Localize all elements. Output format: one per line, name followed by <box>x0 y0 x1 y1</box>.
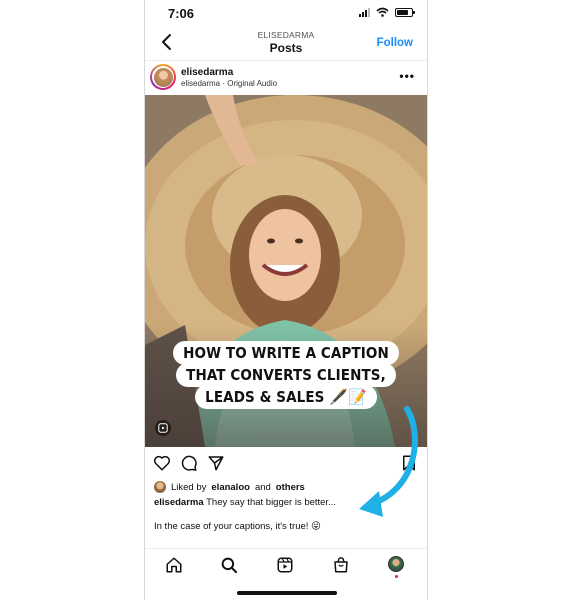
status-bar: 7:06 <box>145 0 427 26</box>
search-icon[interactable] <box>220 556 238 574</box>
video-caption-overlay: HOW TO WRITE A CAPTION THAT CONVERTS CLI… <box>145 341 427 409</box>
caption-continued: In the case of your captions, it's true!… <box>154 521 321 532</box>
status-time: 7:06 <box>168 6 195 21</box>
post-actions <box>145 448 427 478</box>
notification-dot <box>395 575 398 578</box>
status-icons <box>359 7 415 17</box>
post-media[interactable]: HOW TO WRITE A CAPTION THAT CONVERTS CLI… <box>145 95 427 447</box>
overlay-line-3: LEADS & SALES 🖋️📝 <box>195 385 377 409</box>
post-audio[interactable]: elisedarma · Original Audio <box>181 79 277 88</box>
avatar[interactable] <box>150 64 176 90</box>
share-icon[interactable] <box>207 454 225 472</box>
follow-button[interactable]: Follow <box>377 37 413 49</box>
liker-avatar[interactable] <box>154 481 166 493</box>
liked-by-and: and <box>254 481 271 493</box>
save-icon[interactable] <box>400 454 418 472</box>
caption-username[interactable]: elisedarma <box>154 497 204 508</box>
liked-by-others[interactable]: others <box>276 482 305 493</box>
liked-by: Liked by elanaloo and others <box>154 481 305 493</box>
like-heart-icon[interactable] <box>153 454 171 472</box>
overlay-line-1: HOW TO WRITE A CAPTION <box>173 341 399 365</box>
post-header: elisedarma elisedarma · Original Audio •… <box>145 61 427 95</box>
overlay-line-2: THAT CONVERTS CLIENTS, <box>176 363 396 387</box>
wifi-icon <box>376 7 389 17</box>
profile-tab-avatar[interactable] <box>388 556 404 572</box>
posts-header: ELISEDARMA Posts Follow <box>145 26 427 61</box>
phone-screen: 7:06 ELISEDARMA Posts Follow elisedarma <box>144 0 428 600</box>
liked-by-user[interactable]: elanaloo <box>211 482 250 493</box>
caption-text: They say that bigger is better... <box>206 497 337 508</box>
home-indicator <box>237 591 337 595</box>
battery-level <box>397 9 408 15</box>
bottom-tab-bar <box>145 548 427 581</box>
caption: elisedarma They say that bigger is bette… <box>154 497 336 508</box>
battery-icon <box>395 7 415 17</box>
liked-by-prefix: Liked by <box>171 481 207 493</box>
comment-icon[interactable] <box>180 454 198 472</box>
shop-icon[interactable] <box>332 556 350 574</box>
post-username[interactable]: elisedarma <box>181 67 233 78</box>
more-options-icon[interactable]: ••• <box>399 69 415 83</box>
reels-tab-icon[interactable] <box>276 556 294 574</box>
home-icon[interactable] <box>165 556 183 574</box>
signal-icon <box>359 7 370 17</box>
reel-icon <box>155 420 171 436</box>
